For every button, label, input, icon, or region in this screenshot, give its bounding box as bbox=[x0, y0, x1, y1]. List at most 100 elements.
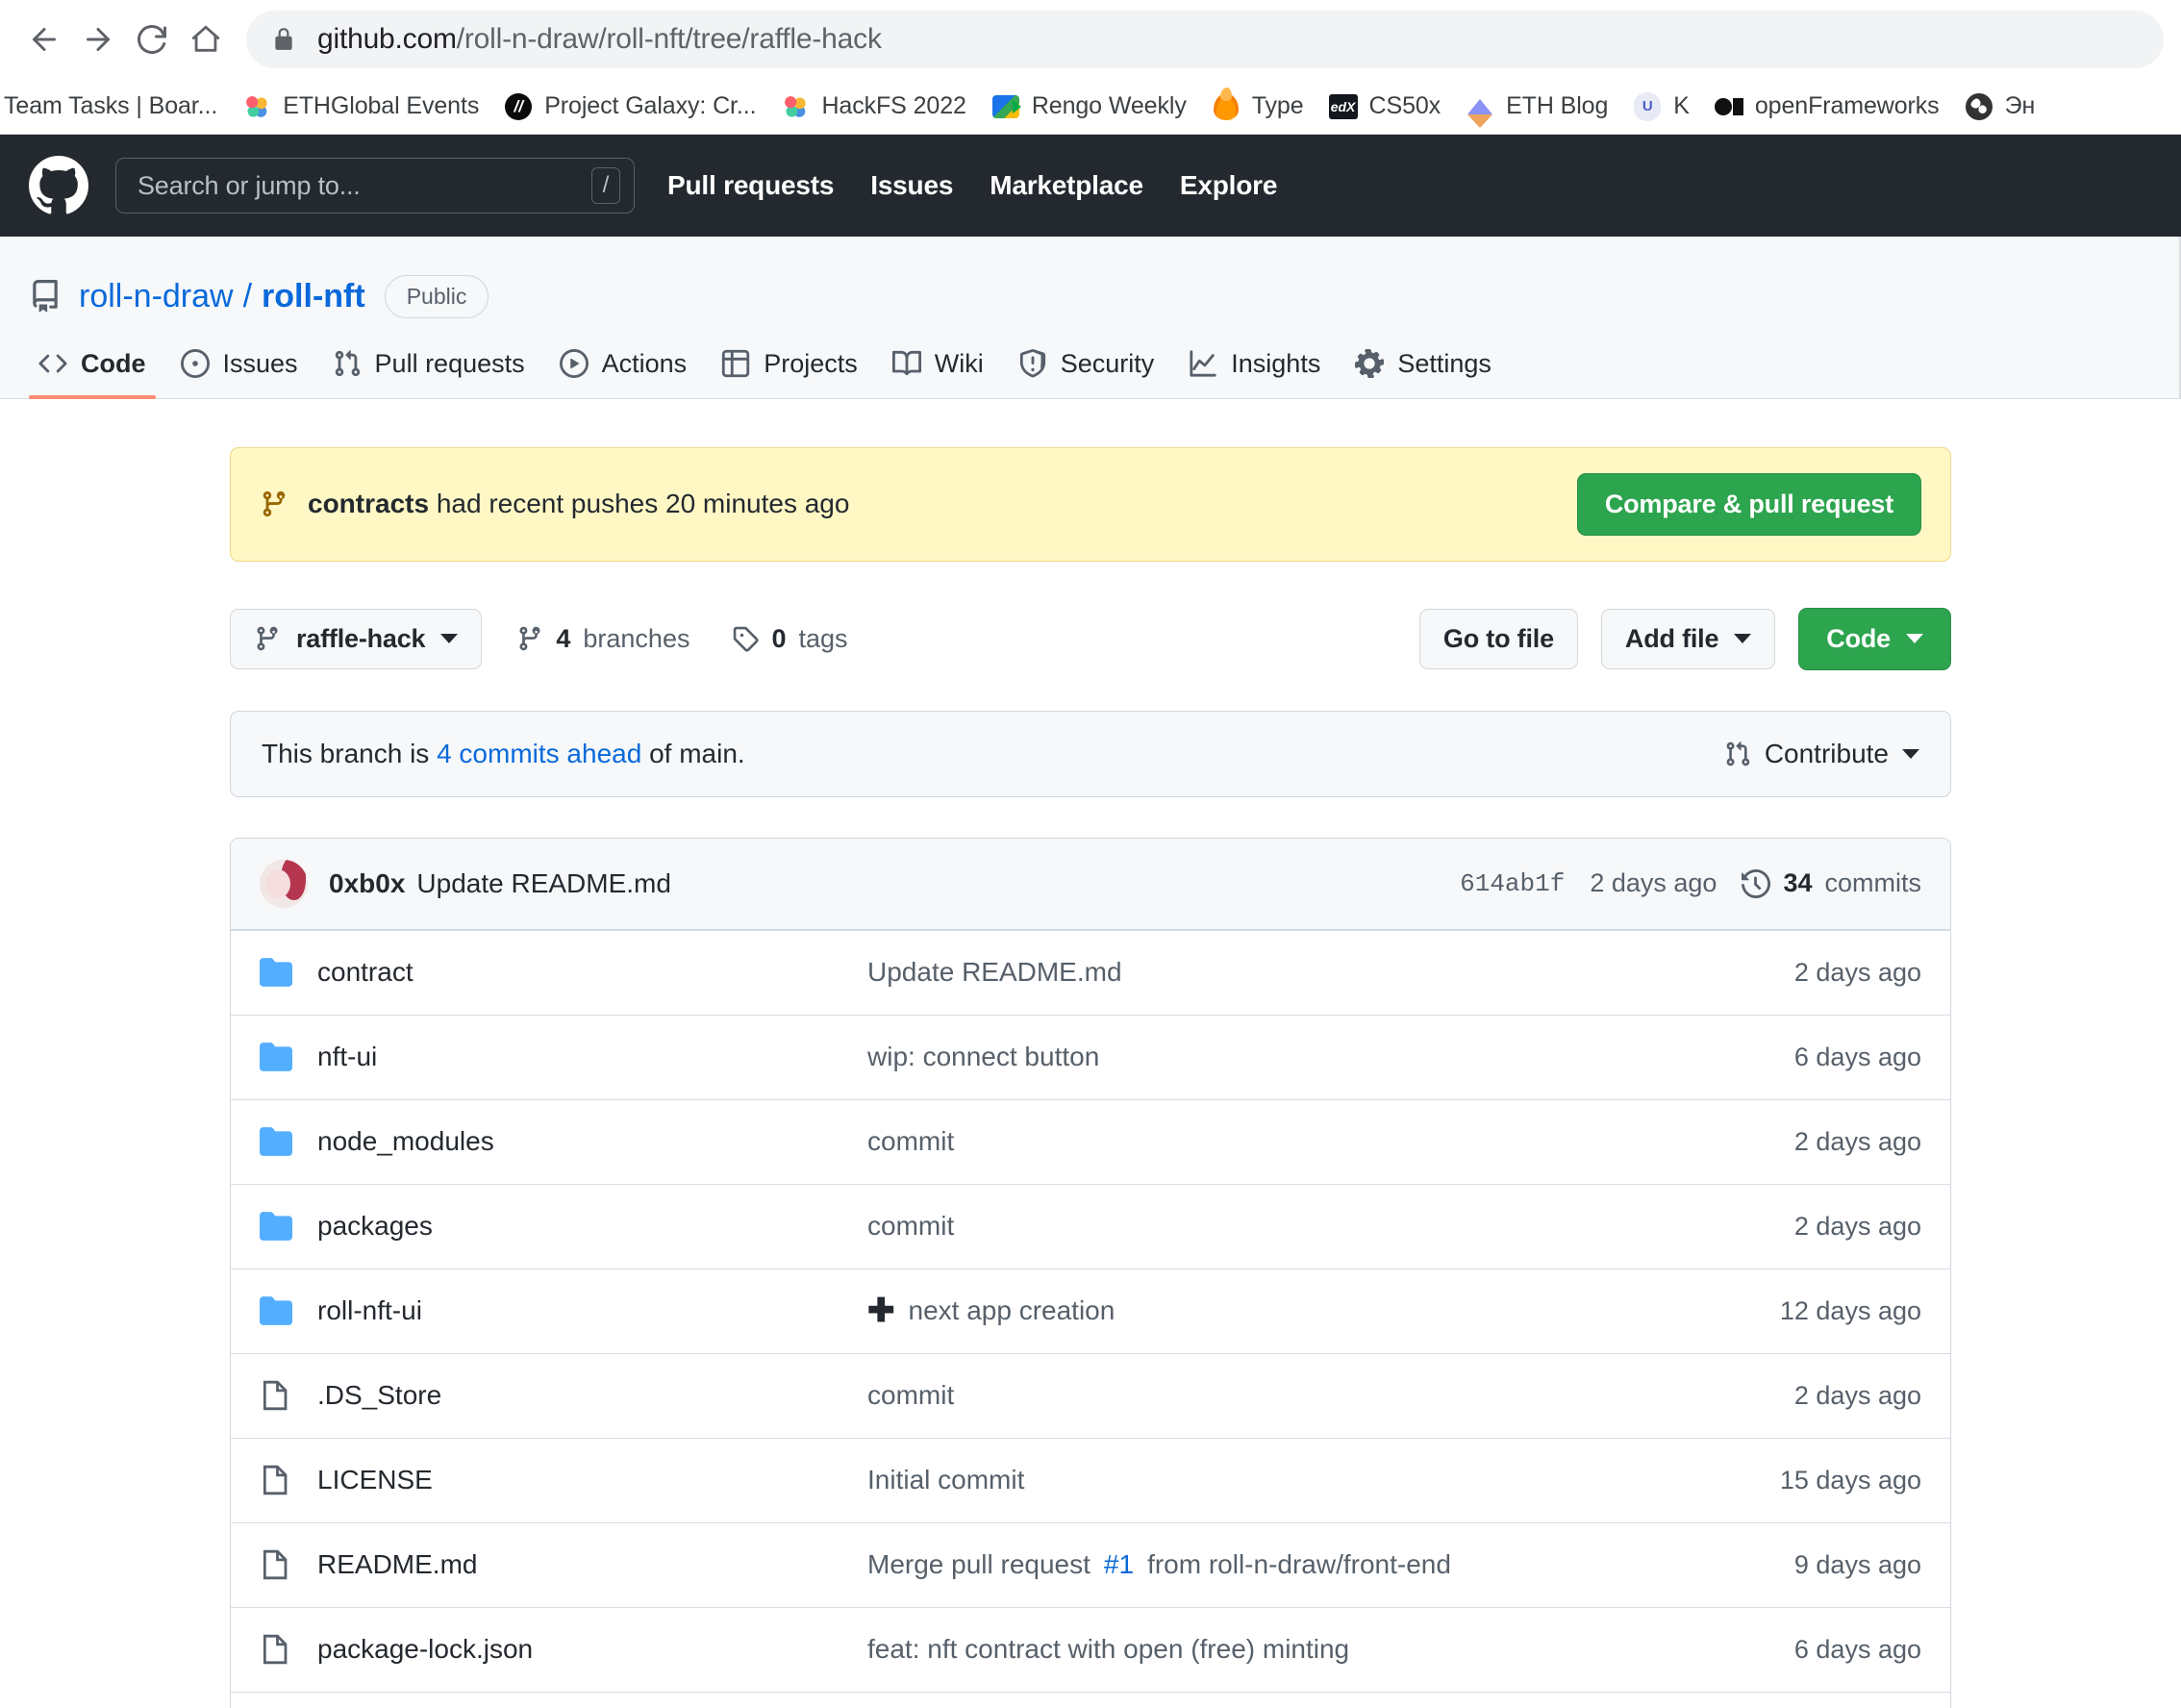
tab-issues[interactable]: Issues bbox=[163, 349, 315, 398]
gear-icon bbox=[1355, 349, 1385, 378]
file-commit-message[interactable]: Initial commit bbox=[867, 1465, 1757, 1495]
tab-label: Issues bbox=[222, 348, 298, 378]
nav-marketplace[interactable]: Marketplace bbox=[990, 170, 1143, 201]
file-updated-date: 6 days ago bbox=[1793, 1042, 1921, 1071]
bookmark-type[interactable]: Type bbox=[1199, 84, 1316, 130]
address-bar[interactable]: github.com/roll-n-draw/roll-nft/tree/raf… bbox=[246, 11, 2164, 68]
file-commit-message[interactable]: Update README.md bbox=[867, 957, 1771, 988]
table-row[interactable]: .DS_Store commit 2 days ago bbox=[231, 1352, 1950, 1438]
repo-tabs[interactable]: Code Issues Pull requests Actions Projec… bbox=[0, 349, 2181, 399]
avatar[interactable] bbox=[260, 859, 308, 908]
commit-author[interactable]: 0xb0x bbox=[329, 868, 405, 899]
commit-sha[interactable]: 614ab1f bbox=[1460, 869, 1565, 898]
home-icon[interactable] bbox=[179, 13, 233, 66]
tab-pull-requests[interactable]: Pull requests bbox=[315, 349, 542, 398]
commit-message-text: commit bbox=[867, 1211, 955, 1241]
file-commit-message[interactable]: ✚ next app creation bbox=[867, 1294, 1757, 1327]
tab-insights[interactable]: Insights bbox=[1171, 349, 1338, 398]
tab-actions[interactable]: Actions bbox=[542, 349, 705, 398]
file-name[interactable]: .DS_Store bbox=[300, 1380, 867, 1411]
file-name[interactable]: roll-nft-ui bbox=[300, 1295, 867, 1326]
tab-projects[interactable]: Projects bbox=[704, 349, 875, 398]
branch-ahead-box: This branch is 4 commits ahead of main. … bbox=[230, 710, 1951, 797]
bookmark-hackfs-2022[interactable]: HackFS 2022 bbox=[768, 84, 978, 130]
bookmark-k[interactable]: U K bbox=[1620, 84, 1702, 130]
history-icon bbox=[1742, 868, 1771, 898]
table-row[interactable]: nft-ui wip: connect button 6 days ago bbox=[231, 1014, 1950, 1099]
commits-count-link[interactable]: 34 commits bbox=[1742, 868, 1921, 898]
search-input[interactable]: Search or jump to... / bbox=[115, 158, 635, 214]
forward-arrow-icon[interactable] bbox=[71, 13, 125, 66]
table-row[interactable]: node_modules commit 2 days ago bbox=[231, 1098, 1950, 1184]
branch-toolbar: raffle-hack 4 branches 0 tags Go to file… bbox=[230, 607, 1951, 670]
table-row[interactable]: packages commit 2 days ago bbox=[231, 1183, 1950, 1268]
bookmark-rengo-weekly[interactable]: Rengo Weekly bbox=[979, 84, 1199, 130]
github-logo-icon[interactable] bbox=[29, 156, 88, 215]
file-commit-message[interactable]: commit bbox=[867, 1211, 1771, 1242]
tab-label: Actions bbox=[601, 348, 688, 378]
search-placeholder: Search or jump to... bbox=[138, 170, 361, 200]
bookmark-team-tasks[interactable]: Team Tasks | Boar... bbox=[4, 84, 230, 130]
compare-pull-request-button[interactable]: Compare & pull request bbox=[1576, 472, 1921, 536]
file-commit-message[interactable]: feat: nft contract with open (free) mint… bbox=[867, 1634, 1771, 1665]
table-row[interactable]: LICENSE Initial commit 15 days ago bbox=[231, 1437, 1950, 1522]
branch-selector-button[interactable]: raffle-hack bbox=[230, 608, 483, 669]
table-row[interactable]: package-lock.json feat: nft contract wit… bbox=[231, 1606, 1950, 1692]
file-name[interactable]: package-lock.json bbox=[300, 1634, 867, 1665]
tags-label: tags bbox=[798, 623, 848, 653]
file-updated-date: 2 days ago bbox=[1793, 1211, 1921, 1241]
file-name[interactable]: packages bbox=[300, 1211, 867, 1242]
file-commit-message[interactable]: commit bbox=[867, 1126, 1771, 1157]
tags-count-link[interactable]: 0 tags bbox=[732, 623, 848, 654]
file-updated-date: 2 days ago bbox=[1793, 1380, 1921, 1410]
browser-chrome: github.com/roll-n-draw/roll-nft/tree/raf… bbox=[0, 0, 2181, 135]
pr-link[interactable]: #1 bbox=[1104, 1549, 1134, 1580]
file-name[interactable]: contract bbox=[300, 957, 867, 988]
commit-message[interactable]: Update README.md bbox=[416, 868, 671, 899]
nav-issues[interactable]: Issues bbox=[870, 170, 953, 201]
file-name[interactable]: nft-ui bbox=[300, 1042, 867, 1072]
file-commit-message[interactable]: Merge pull request #1 from roll-n-draw/f… bbox=[867, 1549, 1771, 1580]
file-commit-message[interactable]: commit bbox=[867, 1380, 1771, 1411]
bookmarks-bar[interactable]: Team Tasks | Boar... ETHGlobal Events //… bbox=[0, 79, 2181, 135]
tab-security[interactable]: Security bbox=[1001, 349, 1172, 398]
commit-message-text: feat: nft contract with open (free) mint… bbox=[867, 1634, 1350, 1664]
back-arrow-icon[interactable] bbox=[17, 13, 71, 66]
tab-code[interactable]: Code bbox=[21, 349, 163, 399]
code-button[interactable]: Code bbox=[1798, 607, 1951, 670]
commits-ahead-link[interactable]: 4 commits ahead bbox=[437, 739, 641, 768]
issue-opened-icon bbox=[180, 349, 210, 378]
tab-settings[interactable]: Settings bbox=[1338, 349, 1509, 398]
add-file-button[interactable]: Add file bbox=[1600, 608, 1776, 669]
repo-name-link[interactable]: roll-nft bbox=[262, 278, 365, 315]
branches-count-link[interactable]: 4 branches bbox=[516, 624, 689, 654]
table-row[interactable]: README.md Merge pull request #1 from rol… bbox=[231, 1521, 1950, 1607]
nav-pull-requests[interactable]: Pull requests bbox=[667, 170, 834, 201]
file-updated-date: 9 days ago bbox=[1793, 1549, 1921, 1579]
file-commit-message[interactable]: wip: connect button bbox=[867, 1042, 1771, 1072]
file-name[interactable]: LICENSE bbox=[300, 1465, 867, 1495]
file-name[interactable]: node_modules bbox=[300, 1126, 867, 1157]
contribute-button[interactable]: Contribute bbox=[1724, 739, 1919, 769]
bookmark-label: openFrameworks bbox=[1754, 92, 1940, 119]
ethereum-favicon bbox=[1466, 92, 1494, 128]
tab-wiki[interactable]: Wiki bbox=[875, 349, 1001, 398]
reload-icon[interactable] bbox=[125, 13, 179, 66]
table-row[interactable]: contract Update README.md 2 days ago bbox=[231, 929, 1950, 1015]
bookmark-eth-blog[interactable]: ETH Blog bbox=[1453, 84, 1620, 130]
tab-label: Settings bbox=[1397, 348, 1492, 378]
bookmark-cs50x[interactable]: edX CS50x bbox=[1316, 84, 1454, 130]
bookmark-project-galaxy[interactable]: // Project Galaxy: Cr... bbox=[491, 84, 768, 130]
bookmark-en[interactable]: Эн bbox=[1952, 84, 2048, 130]
bookmark-openframeworks[interactable]: openFrameworks bbox=[1702, 84, 1952, 130]
bookmark-ethglobal-events[interactable]: ETHGlobal Events bbox=[230, 84, 491, 130]
omnibox-row: github.com/roll-n-draw/roll-nft/tree/raf… bbox=[0, 0, 2181, 79]
go-to-file-button[interactable]: Go to file bbox=[1418, 608, 1578, 669]
table-row[interactable]: tailwing.config.js 9 days ago bbox=[231, 1691, 1950, 1708]
global-nav[interactable]: Pull requests Issues Marketplace Explore bbox=[667, 170, 1277, 201]
branches-count: 4 bbox=[556, 623, 571, 653]
file-name[interactable]: README.md bbox=[300, 1549, 867, 1580]
nav-explore[interactable]: Explore bbox=[1180, 170, 1278, 201]
repo-owner-link[interactable]: roll-n-draw bbox=[79, 278, 234, 315]
table-row[interactable]: roll-nft-ui ✚ next app creation 12 days a… bbox=[231, 1268, 1950, 1353]
